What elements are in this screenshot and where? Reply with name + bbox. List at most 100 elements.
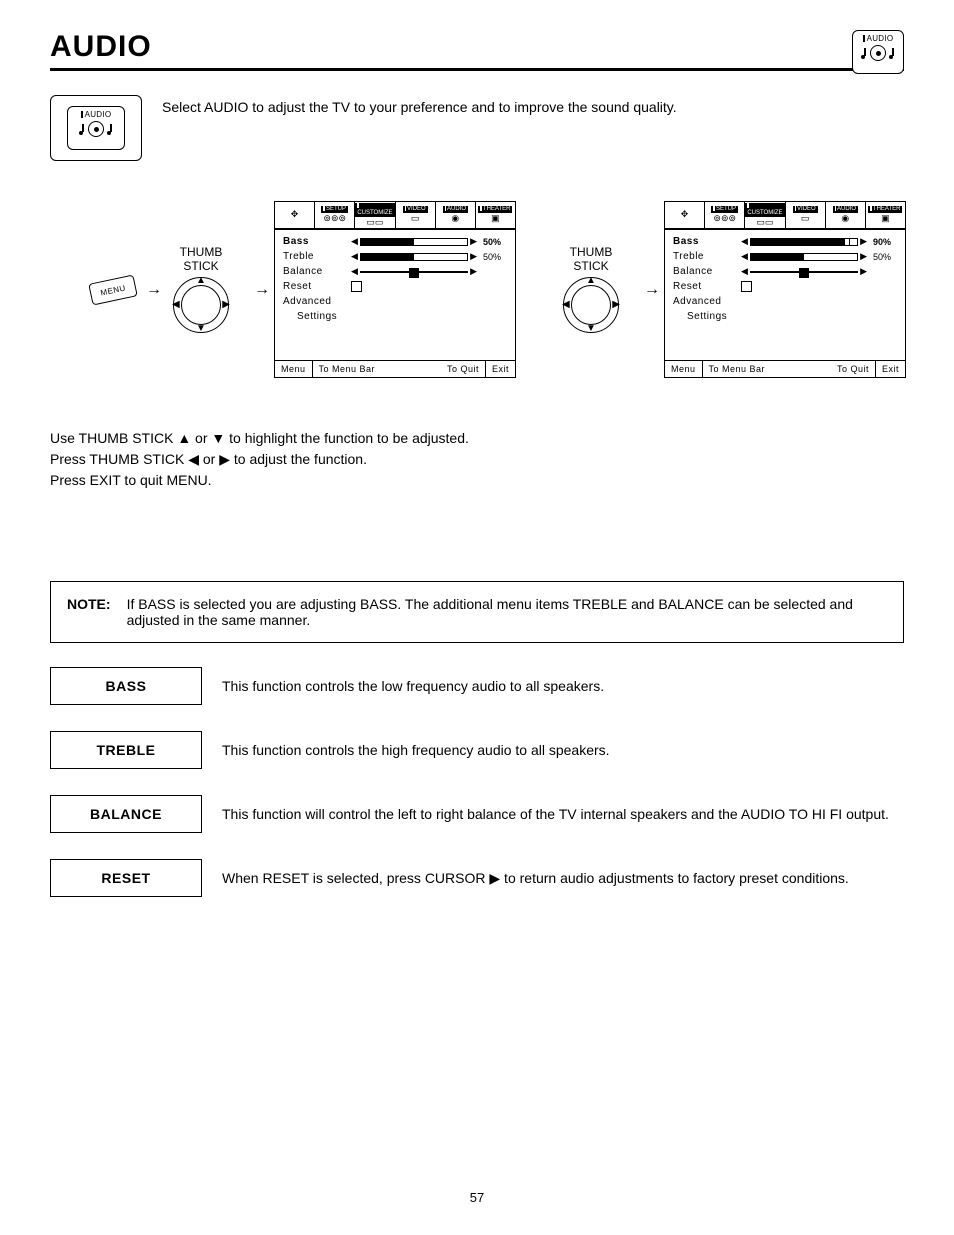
osd-row-bass: Bass ◀▶ 90% <box>673 236 897 247</box>
arrow-right-icon: → <box>254 281 270 299</box>
osd-row-reset: Reset <box>283 281 507 292</box>
intro-text: Select AUDIO to adjust the TV to your pr… <box>162 95 904 115</box>
osd-tabs: ✥ SETUP⊚⊚⊚ CUSTOMIZE▭▭ VIDEO▭ AUDIO◉ THE… <box>275 202 515 229</box>
osd-row-bass: Bass ◀▶ 50% <box>283 236 507 247</box>
function-row-reset: RESET When RESET is selected, press CURS… <box>50 859 904 897</box>
corner-badge-label: AUDIO <box>853 34 903 43</box>
triangle-up-icon: ▲ <box>196 276 206 286</box>
function-row-balance: BALANCE This function will control the l… <box>50 795 904 833</box>
page-title: AUDIO <box>50 30 904 64</box>
triangle-right-icon: ▶ <box>222 300 230 310</box>
osd-row-reset: Reset <box>673 281 897 292</box>
osd-settings-label: Settings <box>687 311 897 322</box>
thumb-stick-label: THUMB STICK <box>570 246 613 272</box>
thumb-stick-label: THUMB STICK <box>180 246 223 272</box>
osd-tab-video: VIDEO▭ <box>786 202 826 228</box>
osd-foot-toquit: To Quit <box>831 361 875 377</box>
dial-icon <box>88 121 104 137</box>
triangle-left-icon: ◀ <box>188 451 199 467</box>
osd-tab-theater: THEATER▣ <box>476 202 515 228</box>
osd-tab-theater: THEATER▣ <box>866 202 905 228</box>
osd-tab-customize: CUSTOMIZE▭▭ <box>355 202 395 228</box>
osd-reset-label: Reset <box>673 281 735 292</box>
triangle-down-icon: ▼ <box>211 430 225 446</box>
osd-bass-label: Bass <box>673 236 735 247</box>
function-row-bass: BASS This function controls the low freq… <box>50 667 904 705</box>
triangle-up-icon: ▲ <box>586 276 596 286</box>
note-text: If BASS is selected you are adjusting BA… <box>127 596 887 628</box>
osd-tab-setup: SETUP⊚⊚⊚ <box>705 202 745 228</box>
osd-footer: Menu To Menu Bar To Quit Exit <box>275 360 515 377</box>
thumb-stick-icon: ▲ ▼ ◀ ▶ <box>563 277 619 333</box>
thumb-stick-icon: ▲ ▼ ◀ ▶ <box>173 277 229 333</box>
osd-tab-move: ✥ <box>665 202 705 228</box>
osd-row-treble: Treble ◀▶ 50% <box>283 251 507 262</box>
osd-bass-value: 90% <box>873 237 897 247</box>
osd-foot-menu: Menu <box>275 361 313 377</box>
triangle-right-icon: ▶ <box>612 300 620 310</box>
osd-treble-label: Treble <box>283 251 345 262</box>
triangle-right-icon: ▶ <box>489 870 500 886</box>
thumb-line1: THUMB <box>570 245 613 259</box>
triangle-up-icon: ▲ <box>177 430 191 446</box>
osd-footer: Menu To Menu Bar To Quit Exit <box>665 360 905 377</box>
instructions-block: Use THUMB STICK ▲ or ▼ to highlight the … <box>50 428 904 491</box>
osd-tab-setup: SETUP⊚⊚⊚ <box>315 202 355 228</box>
osd-settings-label: Settings <box>297 311 507 322</box>
osd-foot-toquit: To Quit <box>441 361 485 377</box>
osd-bass-label: Bass <box>283 236 345 247</box>
osd-foot-tomenubar: To Menu Bar <box>703 361 772 377</box>
music-note-icon <box>861 47 867 59</box>
osd-tabs: ✥ SETUP⊚⊚⊚ CUSTOMIZE▭▭ VIDEO▭ AUDIO◉ THE… <box>665 202 905 229</box>
instr1-c: to highlight the function to be adjusted… <box>225 430 469 446</box>
instr2-c: to adjust the function. <box>230 451 367 467</box>
instr3: Press EXIT to quit MENU. <box>50 470 904 491</box>
osd-screen-1: ✥ SETUP⊚⊚⊚ CUSTOMIZE▭▭ VIDEO▭ AUDIO◉ THE… <box>274 201 516 378</box>
function-desc-treble: This function controls the high frequenc… <box>222 742 904 758</box>
osd-treble-value: 50% <box>483 252 507 262</box>
intro-badge-label: AUDIO <box>68 110 124 119</box>
corner-audio-badge: AUDIO <box>852 30 904 74</box>
corner-badge-icons <box>853 45 903 61</box>
intro-badge-icons <box>68 121 124 137</box>
osd-tab-audio: AUDIO◉ <box>436 202 476 228</box>
osd-foot-tomenubar: To Menu Bar <box>313 361 382 377</box>
instr2-a: Press THUMB STICK <box>50 451 188 467</box>
osd-tab-video: VIDEO▭ <box>396 202 436 228</box>
menu-button-graphic: MENU <box>88 274 138 305</box>
function-label-balance: BALANCE <box>50 795 202 833</box>
osd-screen-2: ✥ SETUP⊚⊚⊚ CUSTOMIZE▭▭ VIDEO▭ AUDIO◉ THE… <box>664 201 906 378</box>
function-desc-bass: This function controls the low frequency… <box>222 678 904 694</box>
triangle-down-icon: ▼ <box>586 324 596 334</box>
triangle-right-icon: ▶ <box>219 451 230 467</box>
osd-balance-label: Balance <box>673 266 735 277</box>
osd-row-advanced: Advanced <box>283 296 507 307</box>
music-note-icon <box>107 123 113 135</box>
page-number: 57 <box>0 1190 954 1205</box>
triangle-left-icon: ◀ <box>562 300 570 310</box>
arrow-right-icon: → <box>146 281 162 299</box>
function-desc-reset: When RESET is selected, press CURSOR ▶ t… <box>222 870 904 887</box>
osd-balance-label: Balance <box>283 266 345 277</box>
function-label-bass: BASS <box>50 667 202 705</box>
note-box: NOTE: If BASS is selected you are adjust… <box>50 581 904 643</box>
thumb-line2: STICK <box>573 259 608 273</box>
intro-audio-badge: AUDIO <box>50 95 142 161</box>
osd-advanced-label: Advanced <box>673 296 735 307</box>
osd-foot-exit: Exit <box>485 361 515 377</box>
reset-desc-b: to return audio adjustments to factory p… <box>500 870 849 886</box>
osd-bass-value: 50% <box>483 237 507 247</box>
checkbox-icon <box>741 281 752 292</box>
osd-row-balance: Balance ◀▶ <box>673 266 897 277</box>
osd-foot-exit: Exit <box>875 361 905 377</box>
diagram-group-2: THUMB STICK ▲ ▼ ◀ ▶ → ✥ SETUP⊚⊚⊚ CUSTOMI… <box>556 201 906 378</box>
osd-foot-menu: Menu <box>665 361 703 377</box>
osd-row-balance: Balance ◀▶ <box>283 266 507 277</box>
function-label-treble: TREBLE <box>50 731 202 769</box>
dial-icon <box>870 45 886 61</box>
music-note-icon <box>79 123 85 135</box>
note-label: NOTE: <box>67 596 111 628</box>
osd-row-treble: Treble ◀▶ 50% <box>673 251 897 262</box>
osd-treble-value: 50% <box>873 252 897 262</box>
instr1-a: Use THUMB STICK <box>50 430 177 446</box>
